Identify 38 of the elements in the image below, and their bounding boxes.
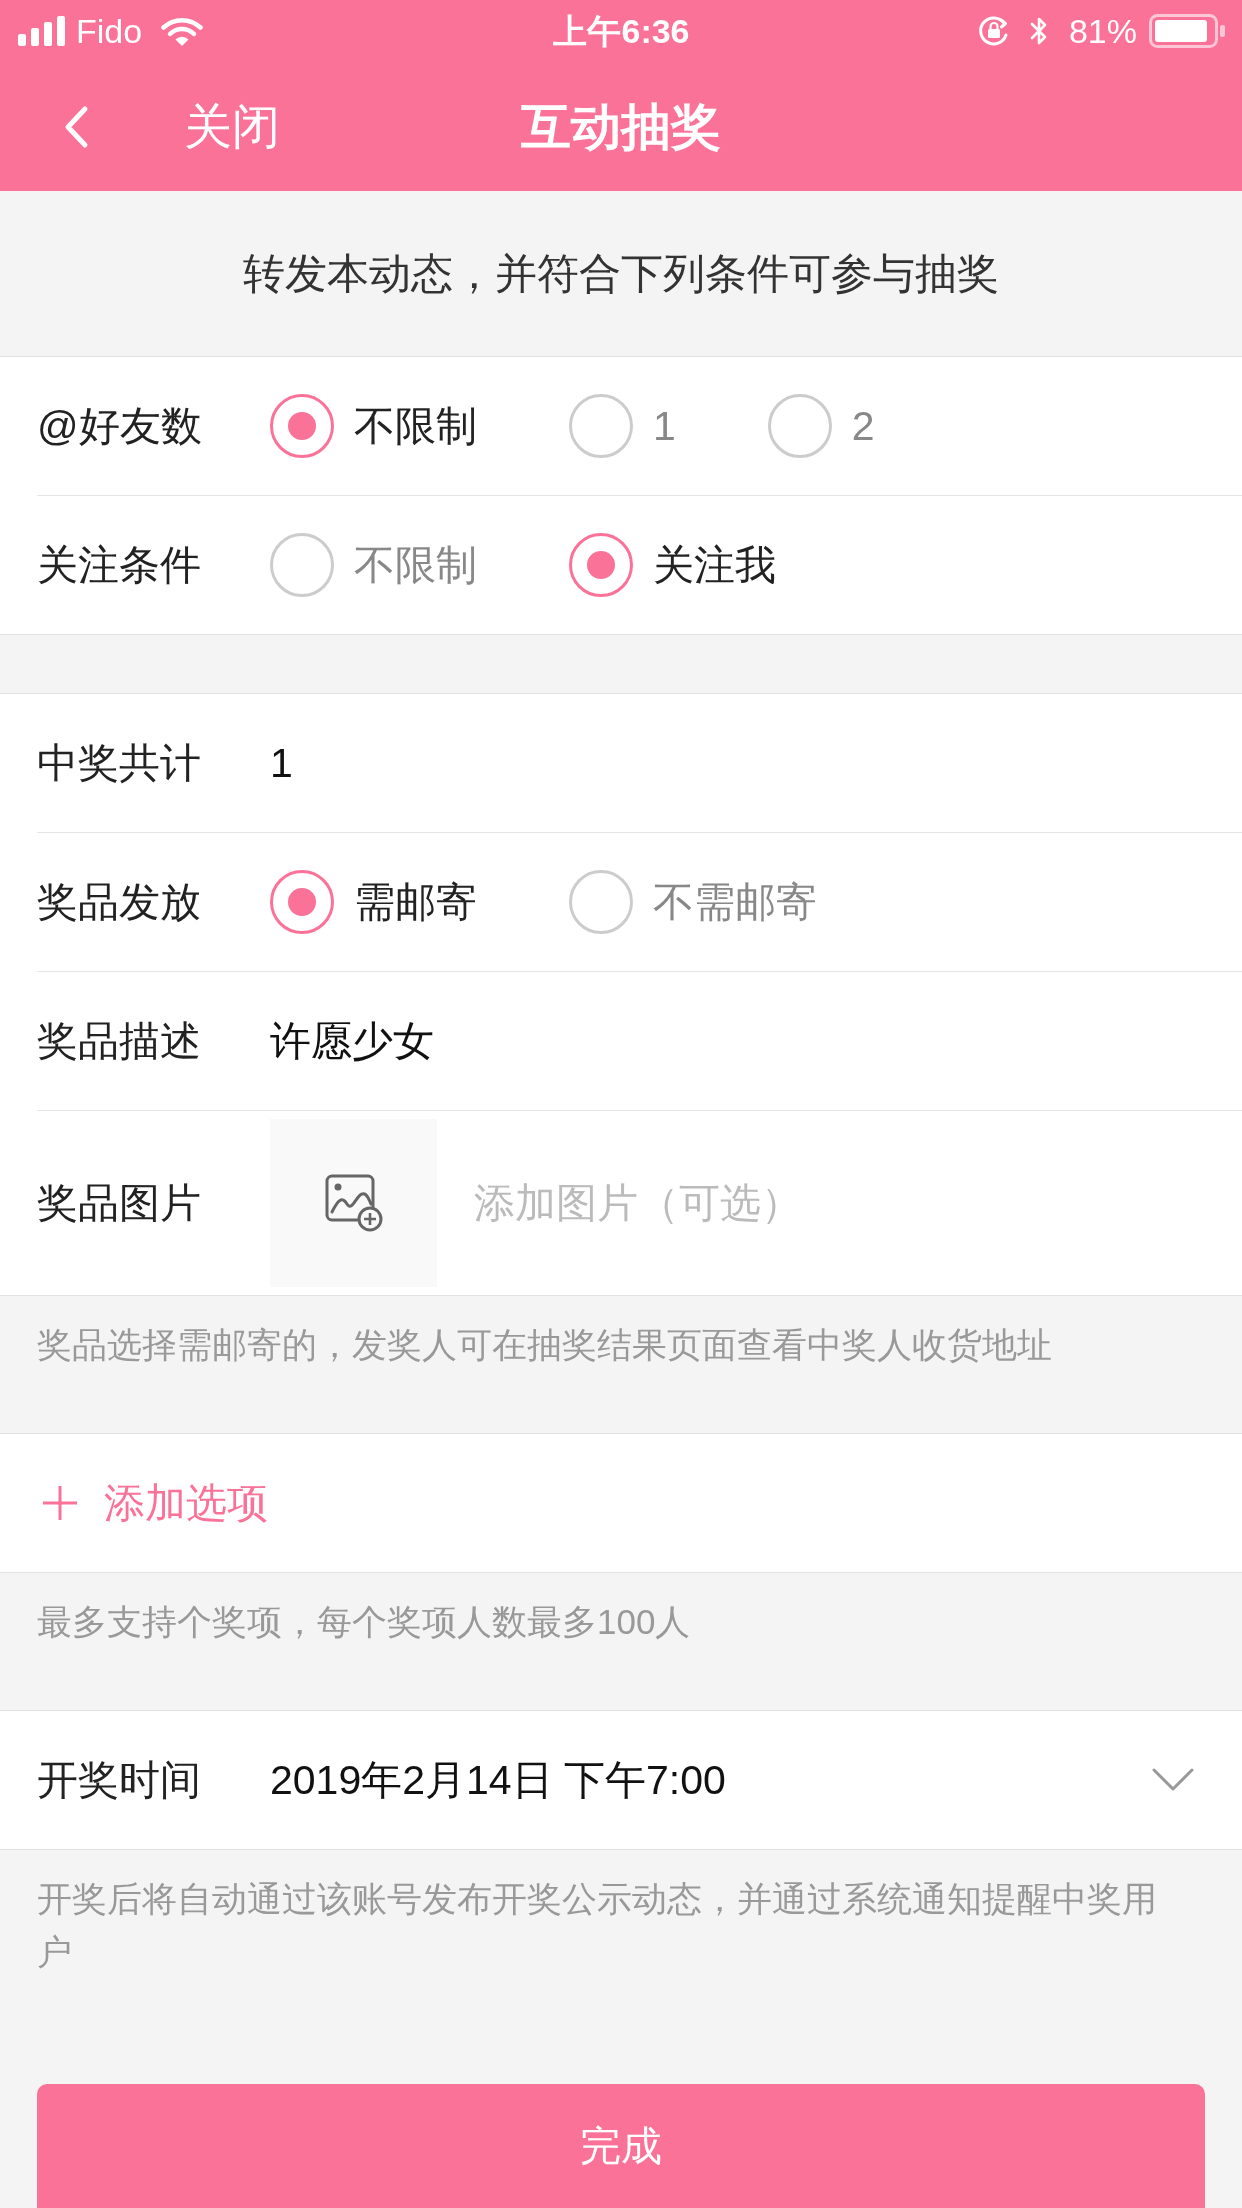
page-title: 互动抽奖 (521, 97, 721, 157)
battery-icon (1149, 14, 1225, 48)
radio-option[interactable]: 不需邮寄 (569, 870, 817, 934)
note-text: 奖品选择需邮寄的，发奖人可在抽奖结果页面查看中奖人收货地址 (37, 1325, 1052, 1364)
back-icon[interactable] (63, 104, 89, 149)
chevron-down-icon[interactable] (1152, 1768, 1194, 1792)
field-label: 开奖时间 (37, 1756, 202, 1805)
note-text: 开奖后将自动通过该账号发布开奖公示动态，并通过系统通知提醒中奖用户 (37, 1879, 1157, 1971)
plus-icon (42, 1485, 78, 1521)
intro-text: 转发本动态，并符合下列条件可参与抽奖 (243, 248, 999, 299)
add-option-button[interactable]: 添加选项 (37, 1477, 268, 1529)
image-add-icon (324, 1174, 383, 1232)
note-text: 最多支持个奖项，每个奖项人数最多100人 (37, 1602, 691, 1641)
radio-option[interactable]: 2 (767, 394, 875, 458)
close-button[interactable]: 关闭 (184, 96, 280, 157)
radio-option[interactable]: 关注我 (569, 533, 776, 597)
field-label: @好友数 (37, 402, 203, 451)
field-label: 关注条件 (37, 541, 202, 590)
image-hint-text: 添加图片（可选） (474, 1179, 802, 1228)
field-label: 奖品图片 (37, 1179, 202, 1228)
date-value[interactable]: 2019年2月14日 下午7:00 (270, 1754, 726, 1806)
radio-option[interactable]: 1 (569, 394, 676, 458)
radio-option[interactable]: 需邮寄 (270, 870, 477, 934)
wifi-icon (161, 15, 204, 47)
field-value[interactable]: 许愿少女 (270, 1015, 434, 1067)
signal-icon (18, 16, 66, 46)
image-upload-button[interactable] (270, 1119, 437, 1287)
field-label: 奖品描述 (37, 1017, 202, 1066)
field-label: 奖品发放 (37, 878, 202, 927)
radio-option[interactable]: 不限制 (270, 533, 477, 597)
radio-option[interactable]: 不限制 (270, 394, 477, 458)
done-button[interactable]: 完成 (37, 2084, 1205, 2208)
bluetooth-icon (1028, 15, 1049, 47)
field-value[interactable]: 1 (270, 737, 293, 789)
field-label: 中奖共计 (37, 739, 202, 788)
status-time: 上午6:36 (553, 11, 690, 51)
carrier-name: Fido (76, 11, 143, 51)
battery-percent: 81% (1068, 11, 1137, 51)
